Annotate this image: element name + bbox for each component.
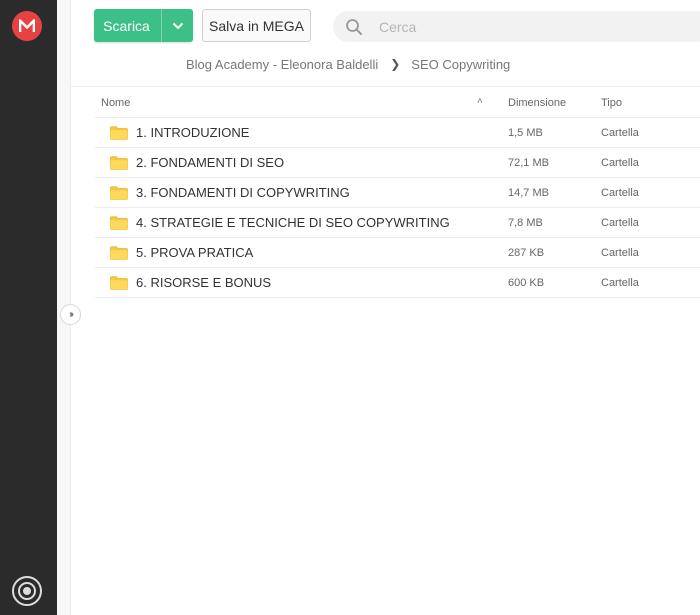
row-size: 287 KB bbox=[508, 246, 545, 259]
header-divider bbox=[71, 86, 700, 87]
search-bar[interactable] bbox=[333, 11, 700, 42]
account-icon[interactable] bbox=[12, 576, 42, 606]
double-chevron-right-icon: ›› bbox=[69, 309, 73, 320]
row-size: 14,7 MB bbox=[508, 186, 549, 199]
row-size: 7,8 MB bbox=[508, 216, 543, 229]
mega-logo[interactable] bbox=[12, 11, 42, 41]
file-table: Nome ˄ Dimensione Tipo 1. INTRODUZIONE 1… bbox=[95, 88, 700, 298]
table-row[interactable]: 5. PROVA PRATICA 287 KB Cartella bbox=[95, 238, 700, 268]
folder-icon bbox=[95, 155, 136, 170]
folder-icon bbox=[95, 215, 136, 230]
row-name: 1. INTRODUZIONE bbox=[136, 125, 250, 140]
chevron-down-icon bbox=[172, 22, 183, 29]
row-name: 6. RISORSE E BONUS bbox=[136, 275, 272, 290]
table-row[interactable]: 1. INTRODUZIONE 1,5 MB Cartella bbox=[95, 118, 700, 148]
folder-icon bbox=[95, 185, 136, 200]
row-name: 4. STRATEGIE E TECNICHE DI SEO COPYWRITI… bbox=[136, 215, 450, 230]
download-button[interactable]: Scarica bbox=[94, 9, 193, 42]
row-type: Cartella bbox=[601, 156, 639, 169]
row-size: 1,5 MB bbox=[508, 126, 543, 139]
search-icon bbox=[333, 18, 369, 36]
table-header: Nome ˄ Dimensione Tipo bbox=[95, 88, 700, 118]
download-button-label: Scarica bbox=[103, 17, 150, 34]
table-row[interactable]: 6. RISORSE E BONUS 600 KB Cartella bbox=[95, 268, 700, 298]
row-name: 3. FONDAMENTI DI COPYWRITING bbox=[136, 185, 350, 200]
breadcrumb-item-current[interactable]: SEO Copywriting bbox=[411, 57, 510, 72]
table-row[interactable]: 3. FONDAMENTI DI COPYWRITING 14,7 MB Car… bbox=[95, 178, 700, 208]
row-type: Cartella bbox=[601, 126, 639, 139]
chevron-right-icon: ❯ bbox=[390, 57, 401, 71]
column-header-type[interactable]: Tipo bbox=[601, 97, 700, 109]
row-type: Cartella bbox=[601, 216, 639, 229]
folder-icon bbox=[95, 245, 136, 260]
folder-icon bbox=[95, 125, 136, 140]
row-name: 2. FONDAMENTI DI SEO bbox=[136, 155, 285, 170]
column-header-size[interactable]: Dimensione bbox=[508, 97, 601, 109]
app-window: ›› Scarica Salva in MEGA Blog Academy - … bbox=[0, 0, 700, 615]
sort-ascending-icon[interactable]: ˄ bbox=[477, 96, 483, 107]
row-type: Cartella bbox=[601, 246, 639, 259]
row-type: Cartella bbox=[601, 276, 639, 289]
folder-icon bbox=[95, 275, 136, 290]
download-options-button[interactable] bbox=[161, 9, 193, 42]
row-size: 600 KB bbox=[508, 276, 545, 289]
row-name: 5. PROVA PRATICA bbox=[136, 245, 254, 260]
breadcrumb-item-root[interactable]: Blog Academy - Eleonora Baldelli bbox=[186, 57, 378, 72]
mega-m-icon bbox=[19, 19, 35, 32]
row-type: Cartella bbox=[601, 186, 639, 199]
breadcrumb: Blog Academy - Eleonora Baldelli ❯ SEO C… bbox=[186, 55, 510, 73]
expand-sidebar-button[interactable]: ›› bbox=[60, 304, 81, 325]
left-sidebar bbox=[0, 0, 57, 615]
account-icon-inner bbox=[18, 582, 36, 600]
search-input[interactable] bbox=[379, 18, 679, 35]
row-size: 72,1 MB bbox=[508, 156, 549, 169]
column-header-name[interactable]: Nome ˄ bbox=[95, 96, 508, 109]
table-row[interactable]: 4. STRATEGIE E TECNICHE DI SEO COPYWRITI… bbox=[95, 208, 700, 238]
table-row[interactable]: 2. FONDAMENTI DI SEO 72,1 MB Cartella bbox=[95, 148, 700, 178]
save-to-mega-button[interactable]: Salva in MEGA bbox=[202, 9, 311, 42]
